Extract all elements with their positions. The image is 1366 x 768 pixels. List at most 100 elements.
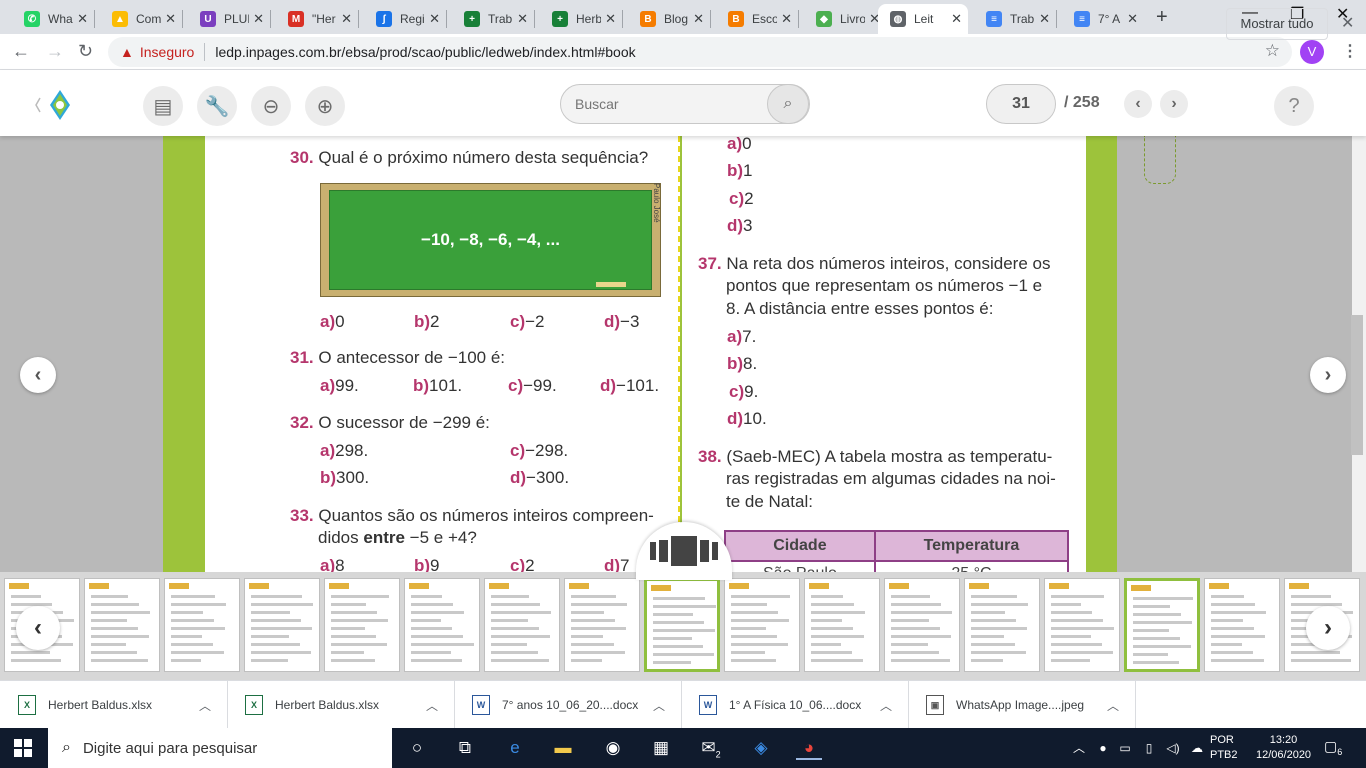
back-icon[interactable]: ← bbox=[12, 41, 30, 62]
battery-icon[interactable]: ▯ bbox=[1136, 736, 1162, 760]
chevron-up-icon[interactable]: ︿ bbox=[1107, 697, 1119, 714]
next-page-chevron-icon[interactable]: › bbox=[1160, 90, 1188, 118]
browser-tab[interactable]: B Blog ✕ bbox=[628, 4, 710, 34]
answer-option[interactable]: b)300. bbox=[320, 468, 369, 488]
page-thumbnail[interactable] bbox=[964, 578, 1040, 672]
browser-tab[interactable]: ≡ Trab ✕ bbox=[974, 4, 1056, 34]
bookmark-star-icon[interactable]: ☆ bbox=[1265, 41, 1280, 61]
browser-tab[interactable]: ʃ Regi ✕ bbox=[364, 4, 446, 34]
bookmark-tab[interactable] bbox=[1144, 136, 1176, 184]
page-thumbnail[interactable] bbox=[564, 578, 640, 672]
chevron-up-icon[interactable]: ︿ bbox=[426, 697, 438, 714]
tab-close-icon[interactable]: ✕ bbox=[1127, 11, 1138, 27]
page-thumbnail[interactable] bbox=[84, 578, 160, 672]
photos-icon[interactable]: ◈ bbox=[748, 736, 774, 760]
browser-tab[interactable]: B Esco ✕ bbox=[716, 4, 798, 34]
scrollbar-thumb[interactable] bbox=[1351, 315, 1363, 455]
tab-close-icon[interactable]: ✕ bbox=[429, 11, 440, 27]
browser-tab[interactable]: + Trab ✕ bbox=[452, 4, 534, 34]
task-view-icon[interactable]: ⧉ bbox=[452, 736, 478, 760]
download-item[interactable]: ▣ WhatsApp Image....jpeg ︿ bbox=[908, 681, 1136, 729]
tab-close-icon[interactable]: ✕ bbox=[77, 11, 88, 27]
answer-option[interactable]: d)3 bbox=[727, 216, 753, 236]
answer-option[interactable]: b)8. bbox=[727, 354, 757, 374]
notification-center-icon[interactable]: ▢6 bbox=[1324, 738, 1342, 757]
cortana-icon[interactable]: ○ bbox=[404, 736, 430, 760]
page-number-input[interactable]: 31 bbox=[986, 84, 1056, 124]
obs-icon[interactable]: ◉ bbox=[600, 736, 626, 760]
answer-option[interactable]: a)298. bbox=[320, 441, 368, 461]
page-thumbnail[interactable] bbox=[804, 578, 880, 672]
page-thumbnail[interactable] bbox=[884, 578, 960, 672]
menu-icon[interactable]: ⋮ bbox=[1342, 41, 1358, 61]
browser-tab[interactable]: ▲ Com ✕ bbox=[100, 4, 182, 34]
page-thumbnail[interactable] bbox=[404, 578, 480, 672]
omnibox[interactable]: ▲ Inseguro ledp.inpages.com.br/ebsa/prod… bbox=[108, 37, 1292, 67]
tab-close-icon[interactable]: ✕ bbox=[951, 11, 962, 27]
tab-close-icon[interactable]: ✕ bbox=[1039, 11, 1050, 27]
clock[interactable]: 13:20 12/06/2020 bbox=[1256, 733, 1311, 763]
next-spread-arrow-icon[interactable]: › bbox=[1310, 357, 1346, 393]
answer-option[interactable]: d)10. bbox=[727, 409, 767, 429]
download-item[interactable]: W 1° A Física 10_06....docx ︿ bbox=[681, 681, 909, 729]
answer-option[interactable]: c)−2 bbox=[510, 312, 545, 332]
chrome-icon[interactable]: ◕ bbox=[796, 736, 822, 760]
page-thumbnail[interactable] bbox=[324, 578, 400, 672]
windows-start-icon[interactable] bbox=[14, 739, 32, 757]
network-icon[interactable]: ▭ bbox=[1112, 736, 1138, 760]
wrench-icon[interactable]: 🔧 bbox=[197, 86, 237, 126]
tab-close-icon[interactable]: ✕ bbox=[693, 11, 704, 27]
page-thumbnail[interactable] bbox=[484, 578, 560, 672]
tab-close-icon[interactable]: ✕ bbox=[781, 11, 792, 27]
answer-option[interactable]: d)−3 bbox=[604, 312, 639, 332]
language-indicator[interactable]: POR PTB2 bbox=[1210, 733, 1238, 763]
file-explorer-icon[interactable]: ▬ bbox=[550, 736, 576, 760]
url-text[interactable]: ledp.inpages.com.br/ebsa/prod/scao/publi… bbox=[215, 44, 635, 60]
onedrive-icon[interactable]: ☁ bbox=[1184, 736, 1210, 760]
answer-option[interactable]: a)7. bbox=[727, 327, 756, 347]
answer-option[interactable]: a)99. bbox=[320, 376, 359, 396]
answer-option[interactable]: a)0 bbox=[727, 134, 752, 154]
browser-tab[interactable]: + Herb ✕ bbox=[540, 4, 622, 34]
edge-icon[interactable]: e bbox=[502, 736, 528, 760]
answer-option[interactable]: c)−298. bbox=[510, 441, 568, 461]
book-index-icon[interactable]: ▤ bbox=[143, 86, 183, 126]
zoom-out-icon[interactable]: ⊖ bbox=[251, 86, 291, 126]
security-status[interactable]: Inseguro bbox=[140, 44, 194, 60]
tab-close-icon[interactable]: ✕ bbox=[253, 11, 264, 27]
tab-close-icon[interactable]: ✕ bbox=[517, 11, 528, 27]
thumbs-prev-arrow-icon[interactable]: ‹ bbox=[16, 606, 60, 650]
taskbar-search[interactable]: ⌕ Digite aqui para pesquisar bbox=[48, 728, 392, 768]
profile-avatar[interactable]: V bbox=[1300, 40, 1324, 64]
prev-spread-arrow-icon[interactable]: ‹ bbox=[20, 357, 56, 393]
chevron-up-icon[interactable]: ︿ bbox=[653, 697, 665, 714]
chevron-up-icon[interactable]: ︿ bbox=[199, 697, 211, 714]
prev-page-chevron-icon[interactable]: ‹ bbox=[1124, 90, 1152, 118]
tray-chevron-icon[interactable]: ︿ bbox=[1066, 736, 1092, 760]
volume-icon[interactable]: ◁) bbox=[1160, 736, 1186, 760]
browser-tab[interactable]: U PLUF ✕ bbox=[188, 4, 270, 34]
answer-option[interactable]: c)9. bbox=[729, 382, 758, 402]
app-logo-icon[interactable] bbox=[34, 88, 74, 122]
book-search-input[interactable] bbox=[575, 94, 765, 114]
download-item[interactable]: X Herbert Baldus.xlsx ︿ bbox=[227, 681, 455, 729]
tab-close-icon[interactable]: ✕ bbox=[605, 11, 616, 27]
browser-tab[interactable]: ≡ 7° A ✕ bbox=[1062, 4, 1144, 34]
tab-close-icon[interactable]: ✕ bbox=[165, 11, 176, 27]
browser-tab[interactable]: ◍ Leit ✕ bbox=[878, 4, 968, 34]
answer-option[interactable]: c)−99. bbox=[508, 376, 557, 396]
browser-tab[interactable]: ✆ Wha ✕ bbox=[12, 4, 94, 34]
page-thumbnail[interactable] bbox=[164, 578, 240, 672]
mail-icon[interactable]: ✉2 bbox=[698, 736, 724, 760]
zoom-in-icon[interactable]: ⊕ bbox=[305, 86, 345, 126]
search-icon[interactable]: ⌕ bbox=[767, 84, 809, 124]
forward-icon[interactable]: → bbox=[46, 41, 64, 62]
page-thumbnail[interactable] bbox=[1124, 578, 1200, 672]
download-item[interactable]: X Herbert Baldus.xlsx ︿ bbox=[0, 681, 228, 729]
browser-tab[interactable]: ◆ Livro ✕ bbox=[804, 4, 886, 34]
answer-option[interactable]: a)0 bbox=[320, 312, 345, 332]
answer-option[interactable]: b)2 bbox=[414, 312, 440, 332]
warning-icon[interactable]: ▲ bbox=[120, 44, 134, 60]
show-all-button[interactable]: Mostrar tudo bbox=[1226, 8, 1328, 40]
answer-option[interactable]: d)−300. bbox=[510, 468, 569, 488]
